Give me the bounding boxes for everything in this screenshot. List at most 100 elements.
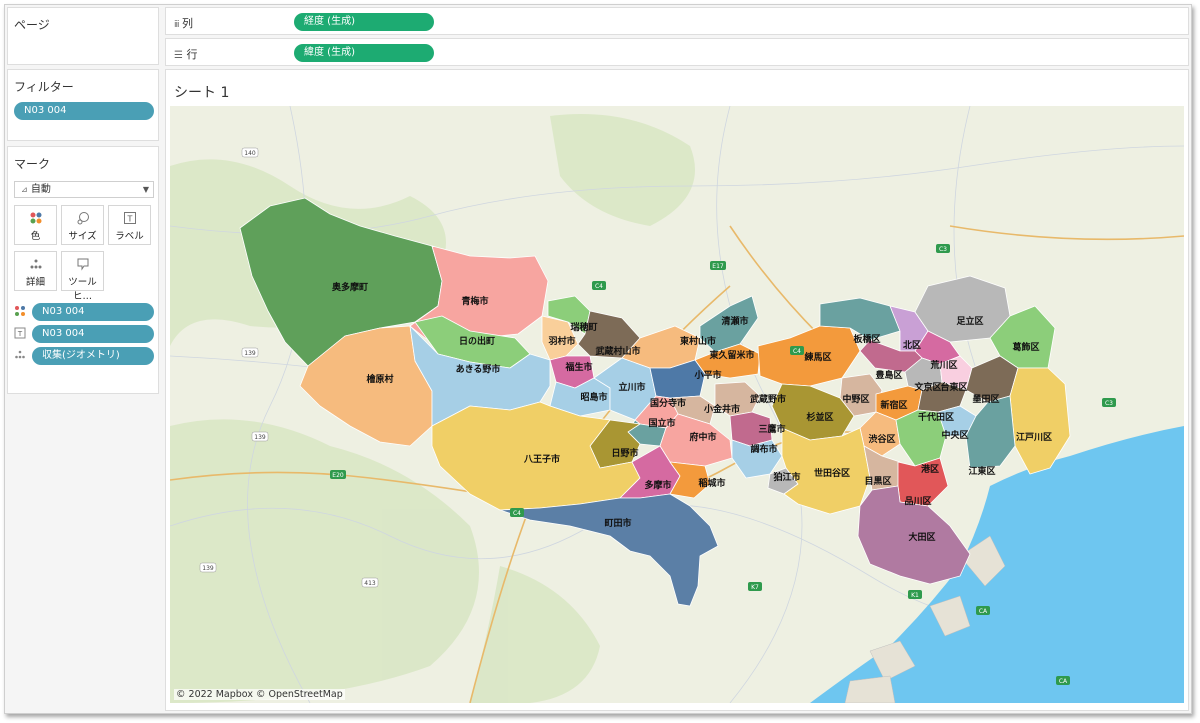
map-attribution[interactable]: © 2022 Mapbox © OpenStreetMap (174, 689, 345, 700)
color-field-pill[interactable]: N03 004 (32, 303, 154, 321)
label-sumida: 墨田区 (972, 394, 999, 405)
mark-type-dropdown[interactable]: ⊿ 自動 ▼ (14, 181, 154, 198)
label-mizuho: 瑞穂町 (570, 321, 597, 333)
road-label: 139 (244, 350, 256, 357)
color-icon (15, 206, 56, 226)
latitude-pill[interactable]: 緯度 (生成) (294, 44, 434, 62)
size-icon (62, 206, 103, 226)
detail-icon (14, 349, 26, 363)
label-minato: 港区 (921, 463, 939, 475)
label-higashimurayama: 東村山市 (680, 335, 716, 347)
detail-icon (15, 252, 56, 272)
road-label: E17 (712, 263, 724, 270)
label-toshima: 豊島区 (875, 369, 902, 381)
color-icon (14, 305, 26, 319)
road-label: 139 (254, 434, 266, 441)
tokyo-map[interactable]: 140 139 139 E20 139 413 C4 C4 E17 C3 C3 … (170, 106, 1184, 703)
worksheet-view: シート 1 140 139 139 E20 139 413 C4 C4 E17 … (165, 69, 1189, 711)
road-label: C4 (513, 510, 521, 517)
pages-title: ページ (14, 18, 50, 32)
road-label: C4 (595, 283, 603, 290)
label-hamura: 羽村市 (548, 335, 575, 347)
label-hinohara: 檜原村 (366, 373, 393, 385)
label-fussa: 福生市 (564, 361, 592, 373)
mark-type-icon: ⊿ (21, 185, 28, 194)
text-icon: T (109, 206, 150, 226)
detail-button[interactable]: 詳細 (14, 251, 57, 291)
label-edogawa: 江戸川区 (1016, 431, 1052, 443)
svg-text:T: T (17, 330, 23, 338)
road-label: 139 (202, 565, 214, 572)
label-inagi: 稲城市 (698, 477, 725, 489)
label-okutama: 奥多摩町 (331, 281, 368, 293)
label-chiyoda: 千代田区 (918, 411, 954, 423)
label-itabashi: 板橋区 (853, 333, 880, 345)
label-button-label: ラベル (115, 231, 144, 242)
columns-shelf-label: iii 列 (174, 17, 194, 30)
label-kita: 北区 (903, 339, 921, 351)
label-adachi: 足立区 (956, 315, 983, 327)
columns-icon: iii (174, 20, 179, 30)
svg-text:T: T (126, 215, 132, 224)
color-button[interactable]: 色 (14, 205, 57, 245)
label-field-pill[interactable]: N03 004 (32, 325, 154, 343)
label-shinagawa: 品川区 (904, 496, 931, 507)
label-higashikurume: 東久留米市 (709, 349, 754, 361)
road-label: C3 (1105, 400, 1113, 407)
label-fuchu: 府中市 (689, 431, 716, 443)
size-button[interactable]: サイズ (61, 205, 104, 245)
label-hino: 日野市 (611, 447, 638, 459)
size-button-label: サイズ (68, 231, 97, 242)
road-label: K1 (911, 592, 919, 599)
label-taito: 台東区 (940, 381, 967, 393)
label-nakano: 中野区 (842, 393, 869, 405)
label-chofu: 調布市 (750, 443, 777, 455)
pages-pane: ページ (7, 7, 159, 65)
tableau-window: ページ フィルター N03 004 マーク ⊿ 自動 ▼ 色 サイズ T ラベル… (4, 4, 1192, 714)
detail-button-label: 詳細 (25, 277, 45, 288)
road-label: E20 (332, 472, 344, 479)
rows-icon: ☰ (174, 50, 183, 61)
label-tama: 多摩市 (644, 479, 671, 491)
sheet-title: シート 1 (174, 85, 230, 101)
label-koto: 江東区 (968, 465, 995, 477)
label-bunkyo: 文京区 (913, 381, 941, 393)
mark-field-label: T N03 004 (14, 325, 154, 343)
label-akishima: 昭島市 (580, 391, 607, 403)
columns-shelf[interactable]: iii 列 経度 (生成) (165, 7, 1189, 35)
label-shinjuku: 新宿区 (880, 399, 907, 411)
detail-field-pill[interactable]: 収集(ジオメトリ) (32, 347, 154, 365)
label-arakawa: 荒川区 (929, 359, 957, 371)
marks-title: マーク (14, 157, 51, 171)
rows-shelf-label: ☰ 行 (174, 48, 198, 61)
label-mitaka: 三鷹市 (758, 423, 785, 435)
label-button[interactable]: T ラベル (108, 205, 151, 245)
tooltip-icon (62, 252, 103, 272)
label-kunitachi: 国立市 (648, 417, 675, 429)
label-hinode: 日の出町 (459, 335, 495, 347)
label-koganei: 小金井市 (703, 403, 740, 415)
map-canvas[interactable]: 140 139 139 E20 139 413 C4 C4 E17 C3 C3 … (170, 106, 1184, 703)
text-icon: T (14, 327, 26, 341)
label-setagaya: 世田谷区 (814, 467, 850, 479)
label-komae: 狛江市 (772, 471, 800, 483)
tooltip-button-label: ツールヒ… (68, 277, 97, 302)
marks-pane: マーク ⊿ 自動 ▼ 色 サイズ T ラベル 詳細 ツールヒ… N03 004 … (7, 146, 159, 394)
filter-pill[interactable]: N03 004 (14, 102, 154, 120)
label-chuo: 中央区 (941, 429, 968, 441)
label-kodaira: 小平市 (693, 369, 721, 381)
rows-shelf[interactable]: ☰ 行 緯度 (生成) (165, 38, 1189, 66)
road-label: CA (1059, 678, 1068, 685)
mark-field-color: N03 004 (14, 303, 154, 321)
chevron-down-icon: ▼ (142, 185, 149, 194)
label-tachikawa: 立川市 (618, 381, 645, 393)
tooltip-button[interactable]: ツールヒ… (61, 251, 104, 302)
road-label: CA (979, 608, 988, 615)
mark-type-value: 自動 (30, 184, 51, 195)
road-label: 140 (244, 150, 256, 157)
color-button-label: 色 (30, 231, 41, 242)
label-meguro: 目黒区 (864, 476, 891, 487)
road-label: 413 (364, 580, 376, 587)
mark-field-detail: 収集(ジオメトリ) (14, 347, 154, 365)
longitude-pill[interactable]: 経度 (生成) (294, 13, 434, 31)
